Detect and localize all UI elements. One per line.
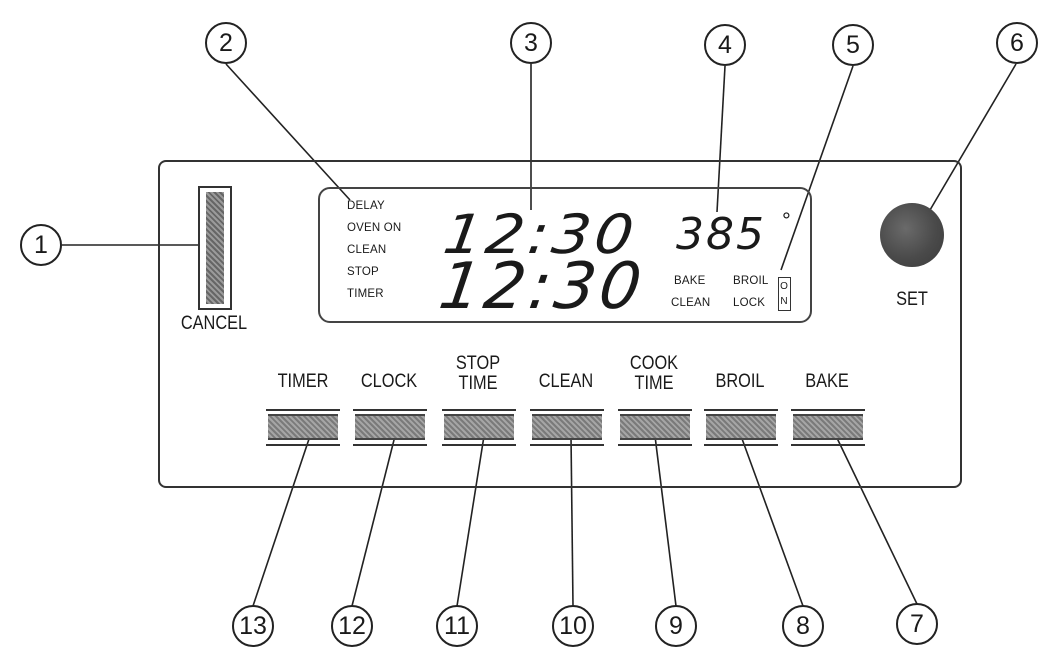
callout-3: 3 [510,22,552,64]
button-bottom-line [530,444,604,446]
button-bottom-line [442,444,516,446]
status-indicators: DELAY OVEN ON CLEAN STOP TIMER [347,200,401,310]
button-bottom-line [704,444,778,446]
callout-1: 1 [20,224,62,266]
clock-button[interactable] [355,414,425,440]
indicator-clean: CLEAN [347,244,387,256]
cancel-pad-fill [206,192,224,304]
indicator-stop: STOP [347,266,379,278]
clean-button[interactable] [532,414,602,440]
button-top-line [704,409,778,411]
callout-5: 5 [832,24,874,66]
button-top-line [791,409,865,411]
indicator-oven-on: OVEN ON [347,222,402,234]
button-top-line [266,409,340,411]
broil-button[interactable] [706,414,776,440]
callout-2: 2 [205,22,247,64]
button-top-line [442,409,516,411]
button-bottom-line [791,444,865,446]
broil-label: BROIL [715,371,765,392]
mode-bake: BAKE [674,275,706,287]
bake-label: BAKE [805,371,849,392]
mode-lock: LOCK [733,297,766,309]
callout-7: 7 [896,603,938,645]
mode-clean: CLEAN [671,297,711,309]
set-label: SET [896,289,928,310]
stop-time-button[interactable] [444,414,514,440]
callout-4: 4 [704,24,746,66]
clock-label: CLOCK [360,371,418,392]
clean-label: CLEAN [538,371,594,392]
cook-time-label: COOK TIME [629,353,679,394]
set-button[interactable] [880,203,944,267]
callout-10: 10 [552,605,594,647]
bake-button[interactable] [793,414,863,440]
callout-8: 8 [782,605,824,647]
callout-13: 13 [232,605,274,647]
callout-11: 11 [436,605,478,647]
cancel-label: CANCEL [180,313,248,334]
indicator-timer: TIMER [347,288,384,300]
stop-time-label: STOP TIME [455,353,501,394]
time-readout-lower: 12:30 [434,250,650,324]
cancel-button[interactable] [198,186,232,310]
cook-time-button[interactable] [620,414,690,440]
button-top-line [353,409,427,411]
callout-9: 9 [655,605,697,647]
degree-symbol: ° [782,208,791,233]
button-top-line [618,409,692,411]
callout-6: 6 [996,22,1038,64]
button-top-line [530,409,604,411]
button-bottom-line [266,444,340,446]
on-indicator-text: ON [780,281,788,307]
button-bottom-line [353,444,427,446]
timer-label: TIMER [277,371,329,392]
callout-12: 12 [331,605,373,647]
button-bottom-line [618,444,692,446]
indicator-delay: DELAY [347,200,385,212]
mode-broil: BROIL [733,275,769,287]
on-indicator-box: ON [778,277,791,311]
timer-button[interactable] [268,414,338,440]
temperature-readout: 385 [676,209,766,260]
